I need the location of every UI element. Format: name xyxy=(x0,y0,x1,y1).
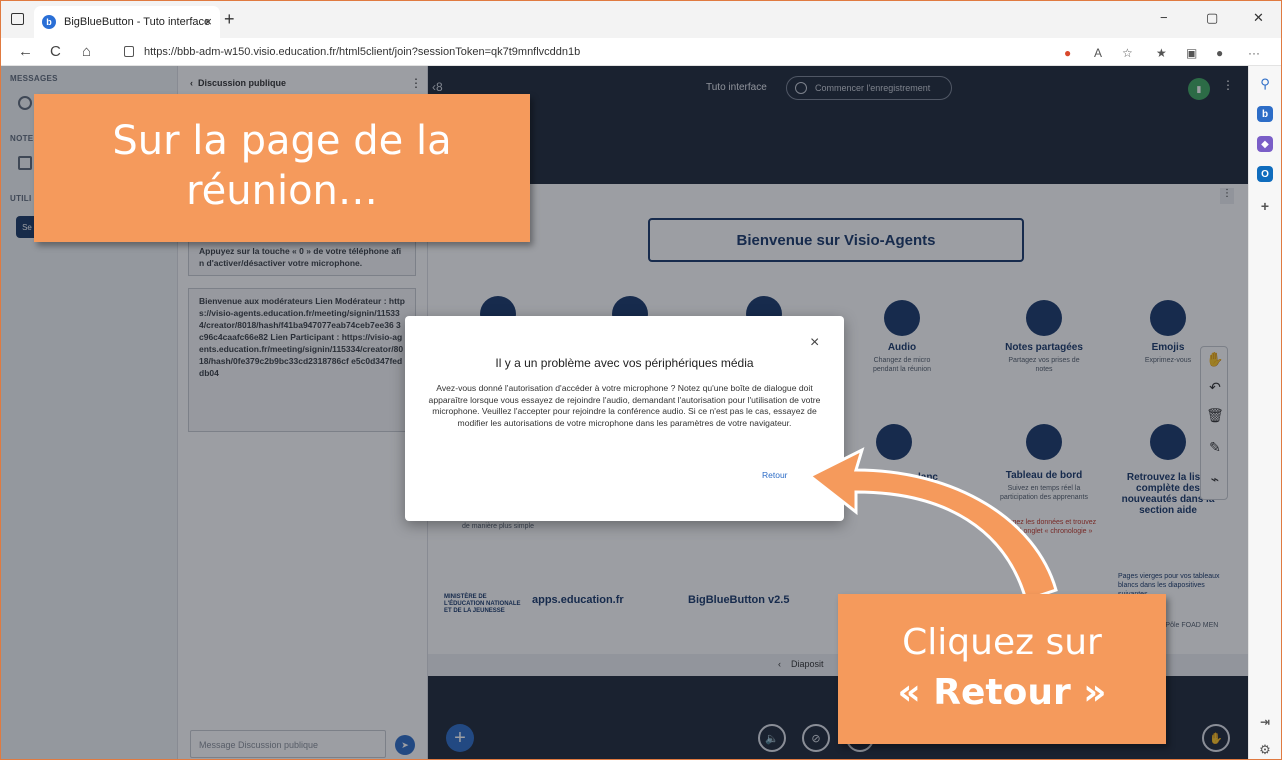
window-border xyxy=(0,0,1282,760)
